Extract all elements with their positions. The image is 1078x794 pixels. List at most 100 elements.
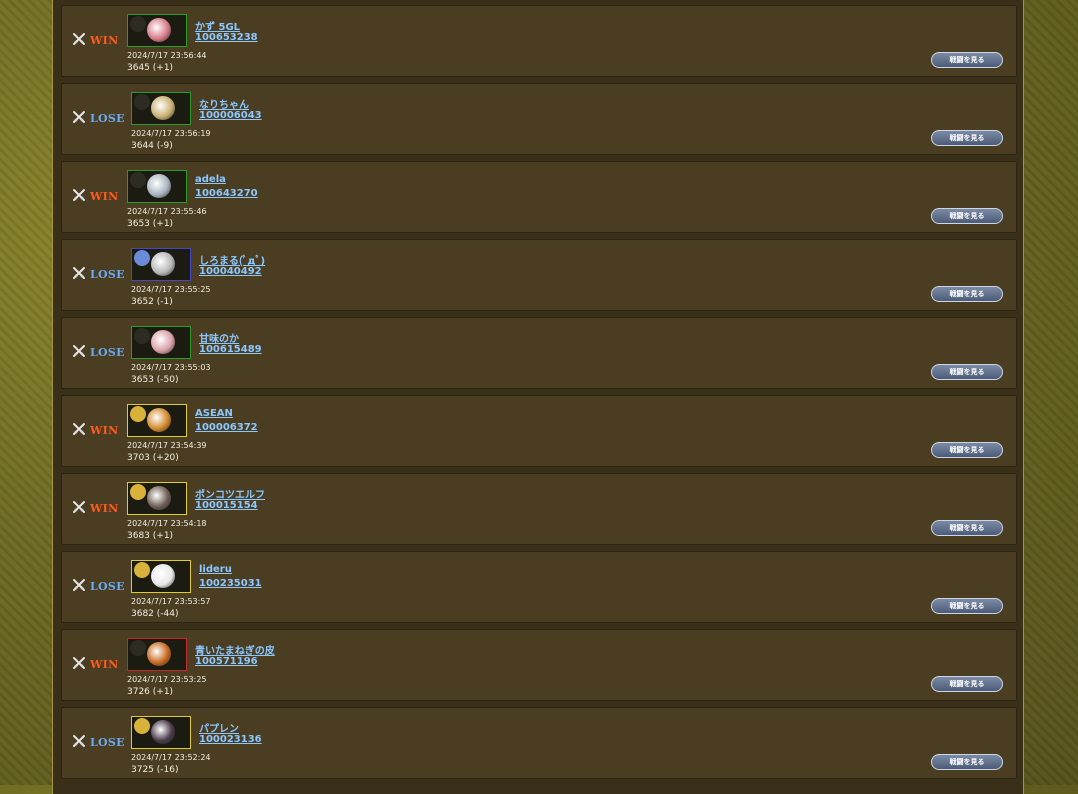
player-avatar-icon [151, 330, 175, 354]
opponent-id-link[interactable]: 100040492 [199, 266, 262, 277]
crossed-swords-icon [73, 33, 85, 45]
opponent-id-link[interactable]: 100653238 [195, 32, 258, 43]
opponent-avatar[interactable] [131, 248, 191, 281]
opponent-name-link[interactable]: かず 5GL [195, 18, 240, 33]
opponent-id-link[interactable]: 100015154 [195, 500, 258, 511]
match-result: LOSE [72, 578, 125, 593]
rating-change: 3725 (-16) [131, 765, 179, 775]
rating-change: 3726 (+1) [127, 687, 174, 697]
opponent-name-link[interactable]: ポンコツエルフ [195, 486, 265, 501]
crossed-swords-icon [73, 345, 85, 357]
crossed-swords-icon [73, 111, 85, 123]
rating-change: 3652 (-1) [131, 297, 173, 307]
opponent-name-link[interactable]: 甘味のか [199, 330, 239, 345]
match-row: WIN 青いたまねぎの皮 100571196 2024/7/17 23:53:2… [61, 629, 1017, 701]
player-avatar-icon [151, 96, 175, 120]
rating-change: 3653 (-50) [131, 375, 179, 385]
opponent-name-link[interactable]: ASEAN [195, 408, 233, 419]
opponent-name-link[interactable]: adela [195, 174, 226, 185]
rating-change: 3683 (+1) [127, 531, 174, 541]
opponent-id-link[interactable]: 100571196 [195, 656, 258, 667]
match-result: WIN [72, 656, 118, 671]
opponent-avatar[interactable] [127, 482, 187, 515]
rank-badge-icon [134, 328, 150, 344]
match-datetime: 2024/7/17 23:55:25 [131, 285, 211, 294]
rank-badge-icon [134, 94, 150, 110]
player-avatar-icon [147, 408, 171, 432]
view-battle-button[interactable]: 戦闘を見る [931, 208, 1003, 224]
opponent-avatar[interactable] [131, 92, 191, 125]
match-datetime: 2024/7/17 23:56:44 [127, 51, 207, 60]
opponent-avatar[interactable] [127, 170, 187, 203]
rank-badge-icon [134, 562, 150, 578]
crossed-swords-icon [73, 267, 85, 279]
view-battle-button[interactable]: 戦闘を見る [931, 676, 1003, 692]
rating-change: 3653 (+1) [127, 219, 174, 229]
match-result-label: WIN [90, 34, 119, 47]
match-datetime: 2024/7/17 23:52:24 [131, 753, 211, 762]
match-result: WIN [72, 188, 118, 203]
opponent-name-link[interactable]: なりちゃん [199, 96, 249, 111]
match-datetime: 2024/7/17 23:53:57 [131, 597, 211, 606]
match-row: WIN adela 100643270 2024/7/17 23:55:46 3… [61, 161, 1017, 233]
view-battle-button[interactable]: 戦闘を見る [931, 286, 1003, 302]
match-result: WIN [72, 422, 118, 437]
match-row: WIN ASEAN 100006372 2024/7/17 23:54:39 3… [61, 395, 1017, 467]
battle-history-panel: WIN かず 5GL 100653238 2024/7/17 23:56:44 … [52, 0, 1024, 794]
opponent-name-link[interactable]: lideru [199, 564, 232, 575]
opponent-avatar[interactable] [127, 638, 187, 671]
view-battle-button[interactable]: 戦闘を見る [931, 520, 1003, 536]
match-result-label: WIN [90, 190, 119, 203]
crossed-swords-icon [73, 657, 85, 669]
match-result-label: LOSE [90, 112, 125, 125]
opponent-avatar[interactable] [131, 560, 191, 593]
opponent-name-link[interactable]: パプレン [199, 720, 239, 735]
view-battle-button[interactable]: 戦闘を見る [931, 364, 1003, 380]
match-row: WIN ポンコツエルフ 100015154 2024/7/17 23:54:18… [61, 473, 1017, 545]
match-datetime: 2024/7/17 23:55:03 [131, 363, 211, 372]
rating-change: 3645 (+1) [127, 63, 174, 73]
match-result-label: LOSE [90, 580, 125, 593]
player-avatar-icon [147, 18, 171, 42]
opponent-name-link[interactable]: しろまる(ﾟдﾟ) [199, 252, 265, 267]
view-battle-button[interactable]: 戦闘を見る [931, 130, 1003, 146]
match-datetime: 2024/7/17 23:55:46 [127, 207, 207, 216]
crossed-swords-icon [73, 189, 85, 201]
match-result: LOSE [72, 344, 125, 359]
opponent-name-link[interactable]: 青いたまねぎの皮 [195, 642, 275, 657]
view-battle-button[interactable]: 戦闘を見る [931, 598, 1003, 614]
match-row: LOSE lideru 100235031 2024/7/17 23:53:57… [61, 551, 1017, 623]
match-row: LOSE しろまる(ﾟдﾟ) 100040492 2024/7/17 23:55… [61, 239, 1017, 311]
opponent-id-link[interactable]: 100006043 [199, 110, 262, 121]
opponent-id-link[interactable]: 100643270 [195, 188, 258, 199]
match-result-label: WIN [90, 424, 119, 437]
match-result: WIN [72, 500, 118, 515]
opponent-avatar[interactable] [131, 326, 191, 359]
crossed-swords-icon [73, 501, 85, 513]
rank-badge-icon [130, 484, 146, 500]
view-battle-button[interactable]: 戦闘を見る [931, 52, 1003, 68]
player-avatar-icon [147, 486, 171, 510]
match-row: LOSE 甘味のか 100615489 2024/7/17 23:55:03 3… [61, 317, 1017, 389]
rank-badge-icon [130, 16, 146, 32]
match-result-label: LOSE [90, 346, 125, 359]
opponent-id-link[interactable]: 100235031 [199, 578, 262, 589]
crossed-swords-icon [73, 423, 85, 435]
opponent-id-link[interactable]: 100006372 [195, 422, 258, 433]
match-result-label: LOSE [90, 736, 125, 749]
opponent-avatar[interactable] [127, 14, 187, 47]
opponent-id-link[interactable]: 100615489 [199, 344, 262, 355]
match-result: WIN [72, 32, 118, 47]
background-texture-right [1018, 0, 1078, 785]
match-datetime: 2024/7/17 23:54:18 [127, 519, 207, 528]
background-texture-left [0, 0, 60, 785]
opponent-avatar[interactable] [131, 716, 191, 749]
view-battle-button[interactable]: 戦闘を見る [931, 754, 1003, 770]
view-battle-button[interactable]: 戦闘を見る [931, 442, 1003, 458]
player-avatar-icon [147, 174, 171, 198]
player-avatar-icon [151, 564, 175, 588]
rating-change: 3644 (-9) [131, 141, 173, 151]
opponent-avatar[interactable] [127, 404, 187, 437]
opponent-id-link[interactable]: 100023136 [199, 734, 262, 745]
match-row: LOSE なりちゃん 100006043 2024/7/17 23:56:19 … [61, 83, 1017, 155]
